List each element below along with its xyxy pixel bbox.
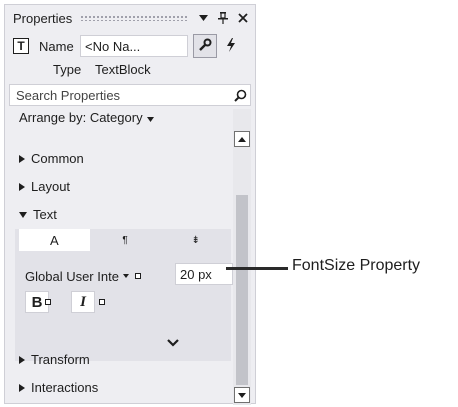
search-icon[interactable] [230, 89, 250, 102]
font-family-value: Global User Inte [25, 268, 119, 284]
tab-indent[interactable]: ⇟ [160, 229, 231, 251]
type-value: TextBlock [95, 62, 151, 77]
properties-panel: Properties T Name <No Na... Type TextBlo… [4, 4, 256, 405]
pin-icon[interactable] [215, 10, 231, 26]
arrange-by-dropdown[interactable]: Arrange by: Category [19, 110, 154, 125]
close-icon[interactable] [235, 10, 251, 26]
callout-line [226, 267, 288, 270]
font-size-field[interactable]: 20 px [175, 263, 233, 285]
textblock-icon: T [13, 38, 29, 54]
scroll-up-button[interactable] [234, 131, 250, 147]
expand-arrow-icon [19, 154, 25, 163]
italic-icon: I [80, 293, 86, 310]
category-label: Interactions [31, 380, 99, 395]
dropdown-icon[interactable] [195, 10, 211, 26]
advanced-marker-icon[interactable] [134, 273, 141, 279]
italic-button[interactable]: I [71, 291, 95, 313]
text-subtabs: A ¶ ⇟ [19, 229, 231, 251]
bold-advanced-marker-icon[interactable] [45, 299, 51, 305]
italic-advanced-marker-icon[interactable] [99, 299, 105, 305]
arrange-dropdown-icon [146, 110, 154, 125]
category-layout[interactable]: Layout [19, 179, 70, 194]
title-grip[interactable] [80, 15, 187, 21]
category-transform[interactable]: Transform [19, 352, 90, 367]
category-label: Transform [31, 352, 90, 367]
font-family-combo[interactable]: Global User Inte [25, 266, 143, 286]
expand-arrow-icon [19, 355, 25, 364]
name-field[interactable]: <No Na... [80, 35, 188, 57]
category-label: Text [33, 207, 57, 222]
category-label: Layout [31, 179, 71, 194]
wrench-icon [198, 38, 212, 55]
name-label: Name [39, 39, 74, 54]
expand-arrow-icon [19, 182, 25, 191]
bold-icon: B [31, 293, 43, 311]
tab-font[interactable]: A [19, 229, 90, 251]
properties-titlebar: Properties [5, 5, 255, 31]
panel-title: Properties [13, 10, 73, 26]
chevron-down-icon[interactable] [167, 335, 179, 350]
category-common[interactable]: Common [19, 151, 84, 166]
expand-arrow-icon [19, 383, 25, 392]
indent-icon: ⇟ [191, 234, 200, 246]
lightning-icon [226, 37, 236, 55]
scroll-thumb[interactable] [236, 195, 248, 385]
events-tab-button[interactable] [219, 34, 243, 58]
properties-scrollbar[interactable] [233, 109, 251, 405]
properties-tab-button[interactable] [193, 34, 217, 58]
search-input[interactable] [10, 87, 230, 103]
arrange-label: Arrange by: Category [19, 110, 143, 125]
category-text[interactable]: Text [19, 207, 57, 222]
collapse-arrow-icon [19, 211, 27, 218]
tab-paragraph[interactable]: ¶ [90, 229, 161, 251]
search-properties [9, 84, 251, 106]
paragraph-icon: ¶ [122, 234, 128, 246]
callout-label: FontSize Property [292, 257, 421, 274]
category-label: Common [31, 151, 84, 166]
type-label: Type [53, 62, 82, 77]
scroll-down-button[interactable] [234, 387, 250, 403]
category-interactions[interactable]: Interactions [19, 380, 98, 395]
dropdown-icon [122, 274, 129, 278]
